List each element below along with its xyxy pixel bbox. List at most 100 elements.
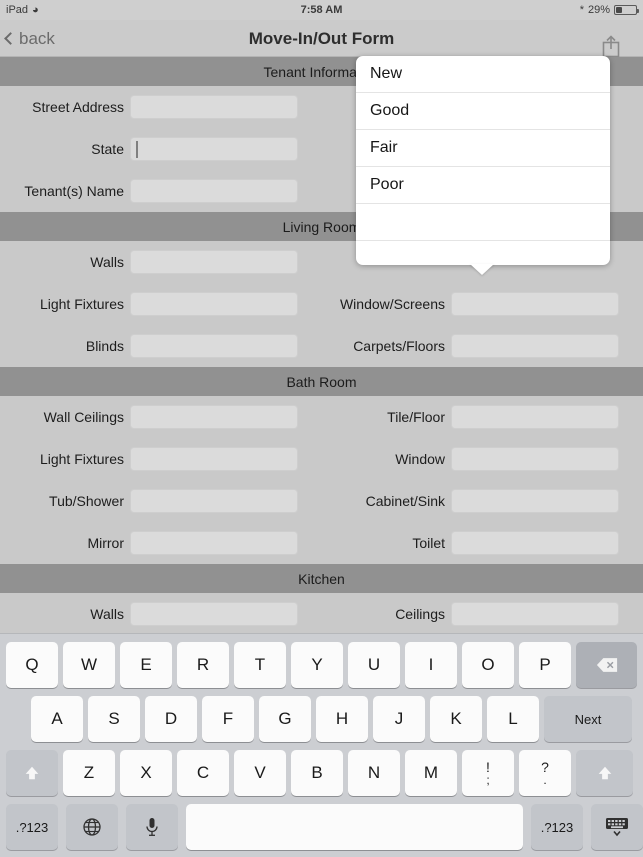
field-input[interactable] — [130, 405, 298, 429]
form-row: Light Fixtures Window — [0, 438, 643, 480]
form-field: Walls — [0, 593, 321, 633]
key-spacer — [0, 696, 31, 742]
field-input[interactable] — [451, 531, 619, 555]
form-field: Ceilings — [321, 593, 643, 633]
field-input[interactable] — [130, 95, 298, 119]
keyboard-row-1: QWERTYUIOP — [0, 642, 643, 688]
key-hide-keyboard[interactable] — [591, 804, 643, 850]
field-input[interactable] — [451, 292, 619, 316]
key-n[interactable]: N — [348, 750, 400, 796]
key-p[interactable]: P — [519, 642, 571, 688]
key-a[interactable]: A — [31, 696, 83, 742]
keyboard-row-2: A S D F G H J K L Next — [0, 696, 643, 742]
field-input[interactable] — [130, 489, 298, 513]
key-r[interactable]: R — [177, 642, 229, 688]
key-space[interactable] — [186, 804, 523, 850]
key-o[interactable]: O — [462, 642, 514, 688]
key-b[interactable]: B — [291, 750, 343, 796]
field-label: Window — [395, 451, 445, 467]
key-u[interactable]: U — [348, 642, 400, 688]
field-label: Walls — [90, 606, 124, 622]
key-q[interactable]: Q — [6, 642, 58, 688]
field-input[interactable] — [451, 334, 619, 358]
form-row: Blinds Carpets/Floors — [0, 325, 643, 367]
popover-option-new[interactable]: New — [356, 56, 610, 93]
field-input[interactable] — [130, 292, 298, 316]
key-k[interactable]: K — [430, 696, 482, 742]
field-label: Carpets/Floors — [353, 338, 445, 354]
key-z[interactable]: Z — [63, 750, 115, 796]
field-input[interactable] — [130, 531, 298, 555]
condition-options-popover[interactable]: New Good Fair Poor — [356, 56, 610, 265]
key-numeric-right[interactable]: .?123 — [531, 804, 583, 850]
battery-icon — [614, 5, 639, 15]
popover-option-poor[interactable]: Poor — [356, 167, 610, 204]
key-j[interactable]: J — [373, 696, 425, 742]
key-shift-left[interactable] — [6, 750, 58, 796]
key-upper-label: ! — [486, 759, 490, 775]
key-f[interactable]: F — [202, 696, 254, 742]
form-field: Tub/Shower — [0, 480, 321, 522]
hide-keyboard-icon — [606, 818, 628, 837]
form-field: Light Fixtures — [0, 438, 321, 480]
battery-percent-label: 29% — [587, 4, 610, 16]
key-t[interactable]: T — [234, 642, 286, 688]
field-input[interactable] — [451, 602, 619, 626]
key-punct-0[interactable]: !; — [462, 750, 514, 796]
form-row: Walls Ceilings — [0, 593, 643, 633]
field-label: State — [91, 141, 124, 157]
popover-option-empty — [356, 241, 610, 265]
share-button[interactable] — [602, 27, 633, 58]
form-field: Light Fixtures — [0, 283, 321, 325]
field-input[interactable] — [451, 405, 619, 429]
key-punct-1[interactable]: ?. — [519, 750, 571, 796]
field-label: Light Fixtures — [39, 296, 124, 312]
field-label: Cabinet/Sink — [365, 493, 445, 509]
section-header: Bath Room — [0, 367, 643, 396]
popover-option-fair[interactable]: Fair — [356, 130, 610, 167]
form-field: Mirror — [0, 522, 321, 564]
page-title: Move-In/Out Form — [248, 28, 395, 48]
field-input[interactable] — [130, 179, 298, 203]
key-spacer — [523, 804, 531, 850]
key-d[interactable]: D — [145, 696, 197, 742]
field-label: Blinds — [85, 338, 124, 354]
key-l[interactable]: L — [487, 696, 539, 742]
keyboard-row-3: Z X C V B N M!;?. — [0, 750, 643, 796]
key-s[interactable]: S — [88, 696, 140, 742]
key-numeric-left[interactable]: .?123 — [6, 804, 58, 850]
field-input[interactable] — [130, 334, 298, 358]
status-bar: iPad ◕ 7:58 AM * 29% — [0, 0, 643, 20]
key-e[interactable]: E — [120, 642, 172, 688]
key-g[interactable]: G — [259, 696, 311, 742]
field-input[interactable] — [130, 447, 298, 471]
field-label: Tenant(s) Name — [24, 183, 124, 199]
key-h[interactable]: H — [316, 696, 368, 742]
field-label: Street Address — [32, 99, 124, 115]
key-c[interactable]: C — [177, 750, 229, 796]
form-field: Wall Ceilings — [0, 396, 321, 438]
key-backspace[interactable] — [576, 642, 637, 688]
field-input[interactable] — [130, 137, 298, 161]
form-field: Street Address — [0, 86, 321, 128]
key-w[interactable]: W — [63, 642, 115, 688]
onscreen-keyboard[interactable]: QWERTYUIOP A S D F G H J K L Next Z X C V B N M!;?. .?1… — [0, 633, 643, 857]
key-next[interactable]: Next — [544, 696, 632, 742]
key-v[interactable]: V — [234, 750, 286, 796]
field-input[interactable] — [130, 250, 298, 274]
key-i[interactable]: I — [405, 642, 457, 688]
key-y[interactable]: Y — [291, 642, 343, 688]
key-globe[interactable] — [66, 804, 118, 850]
field-input[interactable] — [451, 447, 619, 471]
key-m[interactable]: M — [405, 750, 457, 796]
key-dictation[interactable] — [126, 804, 178, 850]
form-field: Toilet — [321, 522, 643, 564]
status-time: 7:58 AM — [300, 4, 343, 16]
shift-icon — [598, 766, 611, 780]
popover-option-good[interactable]: Good — [356, 93, 610, 130]
field-input[interactable] — [451, 489, 619, 513]
form-field: Tenant(s) Name — [0, 170, 321, 212]
key-x[interactable]: X — [120, 750, 172, 796]
field-input[interactable] — [130, 602, 298, 626]
key-shift-right[interactable] — [576, 750, 633, 796]
